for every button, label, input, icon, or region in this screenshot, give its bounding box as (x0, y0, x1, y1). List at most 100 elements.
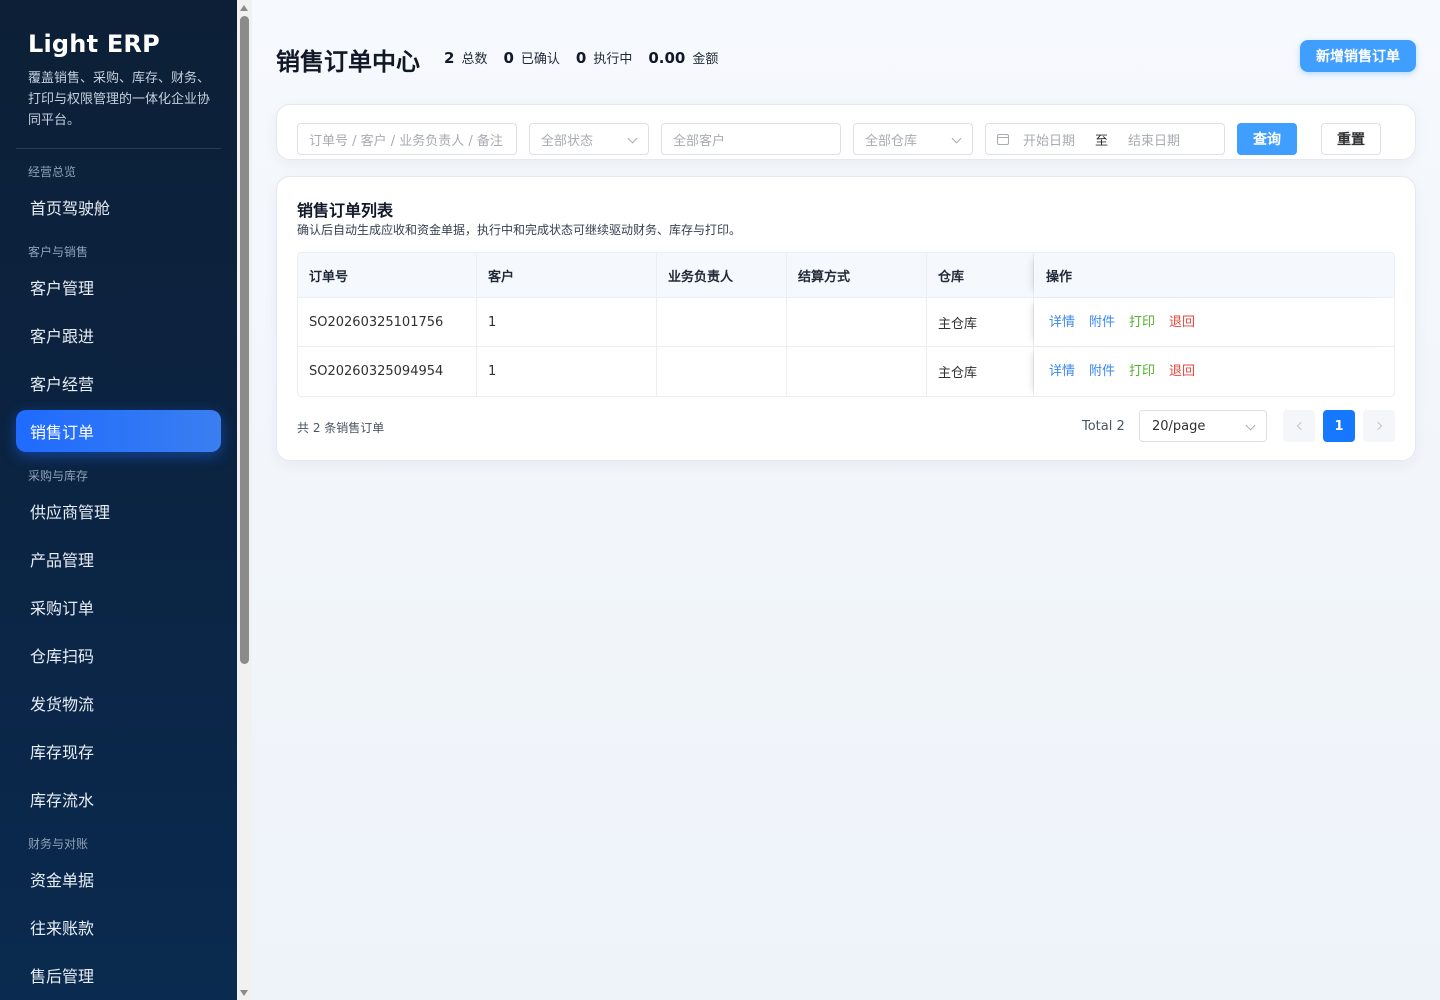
chevron-left-icon (1296, 421, 1305, 431)
customer-select[interactable]: 全部客户 (661, 123, 841, 155)
column-header-order-no: 订单号 (298, 253, 477, 297)
sidebar-divider (16, 148, 221, 149)
detail-link[interactable]: 详情 (1049, 360, 1075, 379)
sidebar-item-dashboard[interactable]: 首页驾驶舱 (16, 186, 221, 228)
attachment-link[interactable]: 附件 (1089, 360, 1115, 379)
stat-amount: 0.00 金额 (648, 48, 718, 67)
column-header-owner: 业务负责人 (657, 253, 787, 297)
stat-confirmed: 0 已确认 (503, 48, 559, 67)
detail-link[interactable]: 详情 (1049, 311, 1075, 330)
stat-amount-label: 金额 (692, 52, 719, 67)
print-link[interactable]: 打印 (1129, 360, 1155, 379)
stat-amount-value: 0.00 (648, 49, 686, 67)
cell-order-no: SO20260325101756 (298, 298, 477, 346)
scroll-up-icon[interactable] (240, 5, 248, 11)
sidebar: Light ERP 覆盖销售、采购、库存、财务、打印与权限管理的一体化企业协同平… (0, 0, 237, 1000)
warehouse-select[interactable]: 全部仓库 (853, 123, 973, 155)
sidebar-item-inventory-flow[interactable]: 库存流水 (16, 778, 221, 820)
stat-total: 2 总数 (444, 48, 487, 67)
return-link[interactable]: 退回 (1169, 360, 1195, 379)
chevron-right-icon (1373, 421, 1382, 431)
chevron-down-icon (1245, 420, 1256, 431)
attachment-link[interactable]: 附件 (1089, 311, 1115, 330)
brand-description: 覆盖销售、采购、库存、财务、打印与权限管理的一体化企业协同平台。 (28, 71, 211, 128)
nav-group-sales: 客户与销售 (28, 245, 89, 259)
stat-confirmed-label: 已确认 (520, 52, 560, 67)
sales-order-table: 订单号 客户 业务负责人 结算方式 仓库 操作 SO20260325101756… (297, 252, 1395, 397)
stat-total-value: 2 (444, 49, 455, 67)
page-number-button[interactable]: 1 (1323, 410, 1355, 442)
stat-total-label: 总数 (461, 52, 488, 67)
search-input[interactable]: 订单号 / 客户 / 业务负责人 / 备注 (297, 123, 517, 155)
sidebar-item-customers[interactable]: 客户管理 (16, 266, 221, 308)
cell-customer: 1 (477, 298, 657, 346)
warehouse-select-placeholder: 全部仓库 (865, 133, 918, 149)
filter-bar: 订单号 / 客户 / 业务负责人 / 备注 全部状态 全部客户 全部仓库 开始日… (276, 104, 1416, 160)
sidebar-item-products[interactable]: 产品管理 (16, 538, 221, 580)
sidebar-item-shipping[interactable]: 发货物流 (16, 682, 221, 724)
sidebar-item-accounts[interactable]: 往来账款 (16, 906, 221, 948)
stat-executing-value: 0 (575, 49, 587, 67)
query-button[interactable]: 查询 (1237, 123, 1297, 155)
status-select-placeholder: 全部状态 (541, 133, 594, 149)
pagination-total: Total 2 (1082, 419, 1125, 434)
column-header-warehouse: 仓库 (927, 253, 1034, 297)
sidebar-item-sales-orders[interactable]: 销售订单 (16, 410, 221, 452)
page-size-value: 20/page (1152, 418, 1206, 434)
cell-actions: 详情 附件 打印 退回 (1034, 347, 1394, 396)
cell-warehouse: 主仓库 (927, 298, 1034, 346)
print-link[interactable]: 打印 (1129, 311, 1155, 330)
nav-group-finance: 财务与对账 (28, 837, 89, 851)
cell-owner (657, 298, 787, 346)
column-header-actions: 操作 (1034, 253, 1394, 297)
nav-group-overview: 经营总览 (28, 165, 77, 179)
date-range-picker[interactable]: 开始日期 至 结束日期 (985, 123, 1225, 155)
stat-confirmed-value: 0 (503, 49, 514, 67)
sidebar-scrollbar[interactable] (237, 0, 252, 1000)
column-header-settlement: 结算方式 (787, 253, 927, 297)
end-date-input[interactable]: 结束日期 (1128, 130, 1180, 149)
list-description: 确认后自动生成应收和资金单据，执行中和完成状态可继续驱动财务、库存与打印。 (297, 223, 742, 237)
cell-settlement (787, 347, 927, 396)
calendar-icon (997, 133, 1009, 145)
scroll-down-icon[interactable] (240, 990, 248, 996)
sidebar-item-warehouse-scan[interactable]: 仓库扫码 (16, 634, 221, 676)
sidebar-item-fund-docs[interactable]: 资金单据 (16, 858, 221, 900)
cell-order-no: SO20260325094954 (298, 347, 477, 396)
cell-customer: 1 (477, 347, 657, 396)
page-title: 销售订单中心 (276, 48, 420, 76)
cell-actions: 详情 附件 打印 退回 (1034, 298, 1394, 346)
scrollbar-thumb[interactable] (240, 16, 249, 664)
return-link[interactable]: 退回 (1169, 311, 1195, 330)
cell-settlement (787, 298, 927, 346)
add-sales-order-button[interactable]: 新增销售订单 (1300, 40, 1416, 72)
chevron-down-icon (627, 133, 638, 144)
status-select[interactable]: 全部状态 (529, 123, 649, 155)
sales-order-list-card: 销售订单列表 确认后自动生成应收和资金单据，执行中和完成状态可继续驱动财务、库存… (276, 176, 1416, 461)
next-page-button[interactable] (1363, 410, 1395, 442)
table-row: SO20260325101756 1 主仓库 详情 附件 打印 退回 (298, 298, 1394, 347)
sidebar-item-suppliers[interactable]: 供应商管理 (16, 490, 221, 532)
list-title: 销售订单列表 (297, 201, 394, 220)
sidebar-item-inventory[interactable]: 库存现存 (16, 730, 221, 772)
stat-executing-label: 执行中 (593, 52, 633, 67)
stat-executing: 0 执行中 (576, 48, 632, 67)
reset-button[interactable]: 重置 (1321, 123, 1381, 155)
order-count-note: 共 2 条销售订单 (297, 421, 385, 435)
cell-owner (657, 347, 787, 396)
brand-title: Light ERP (28, 30, 160, 58)
table-header: 订单号 客户 业务负责人 结算方式 仓库 操作 (298, 253, 1394, 298)
sidebar-item-customer-operation[interactable]: 客户经营 (16, 362, 221, 404)
table-row: SO20260325094954 1 主仓库 详情 附件 打印 退回 (298, 347, 1394, 396)
page-size-select[interactable]: 20/page (1139, 410, 1267, 442)
prev-page-button[interactable] (1283, 410, 1315, 442)
column-header-customer: 客户 (477, 253, 657, 297)
start-date-input[interactable]: 开始日期 (1023, 130, 1075, 149)
sidebar-item-purchase-orders[interactable]: 采购订单 (16, 586, 221, 628)
main-content: 销售订单中心 2 总数 0 已确认 0 执行中 0.00 金额 新增销售订单 订… (252, 0, 1440, 1000)
cell-warehouse: 主仓库 (927, 347, 1034, 396)
sidebar-item-after-sales[interactable]: 售后管理 (16, 954, 221, 996)
order-stats: 2 总数 0 已确认 0 执行中 0.00 金额 (444, 48, 734, 67)
nav-group-purchase: 采购与库存 (28, 469, 89, 483)
sidebar-item-customer-followup[interactable]: 客户跟进 (16, 314, 221, 356)
